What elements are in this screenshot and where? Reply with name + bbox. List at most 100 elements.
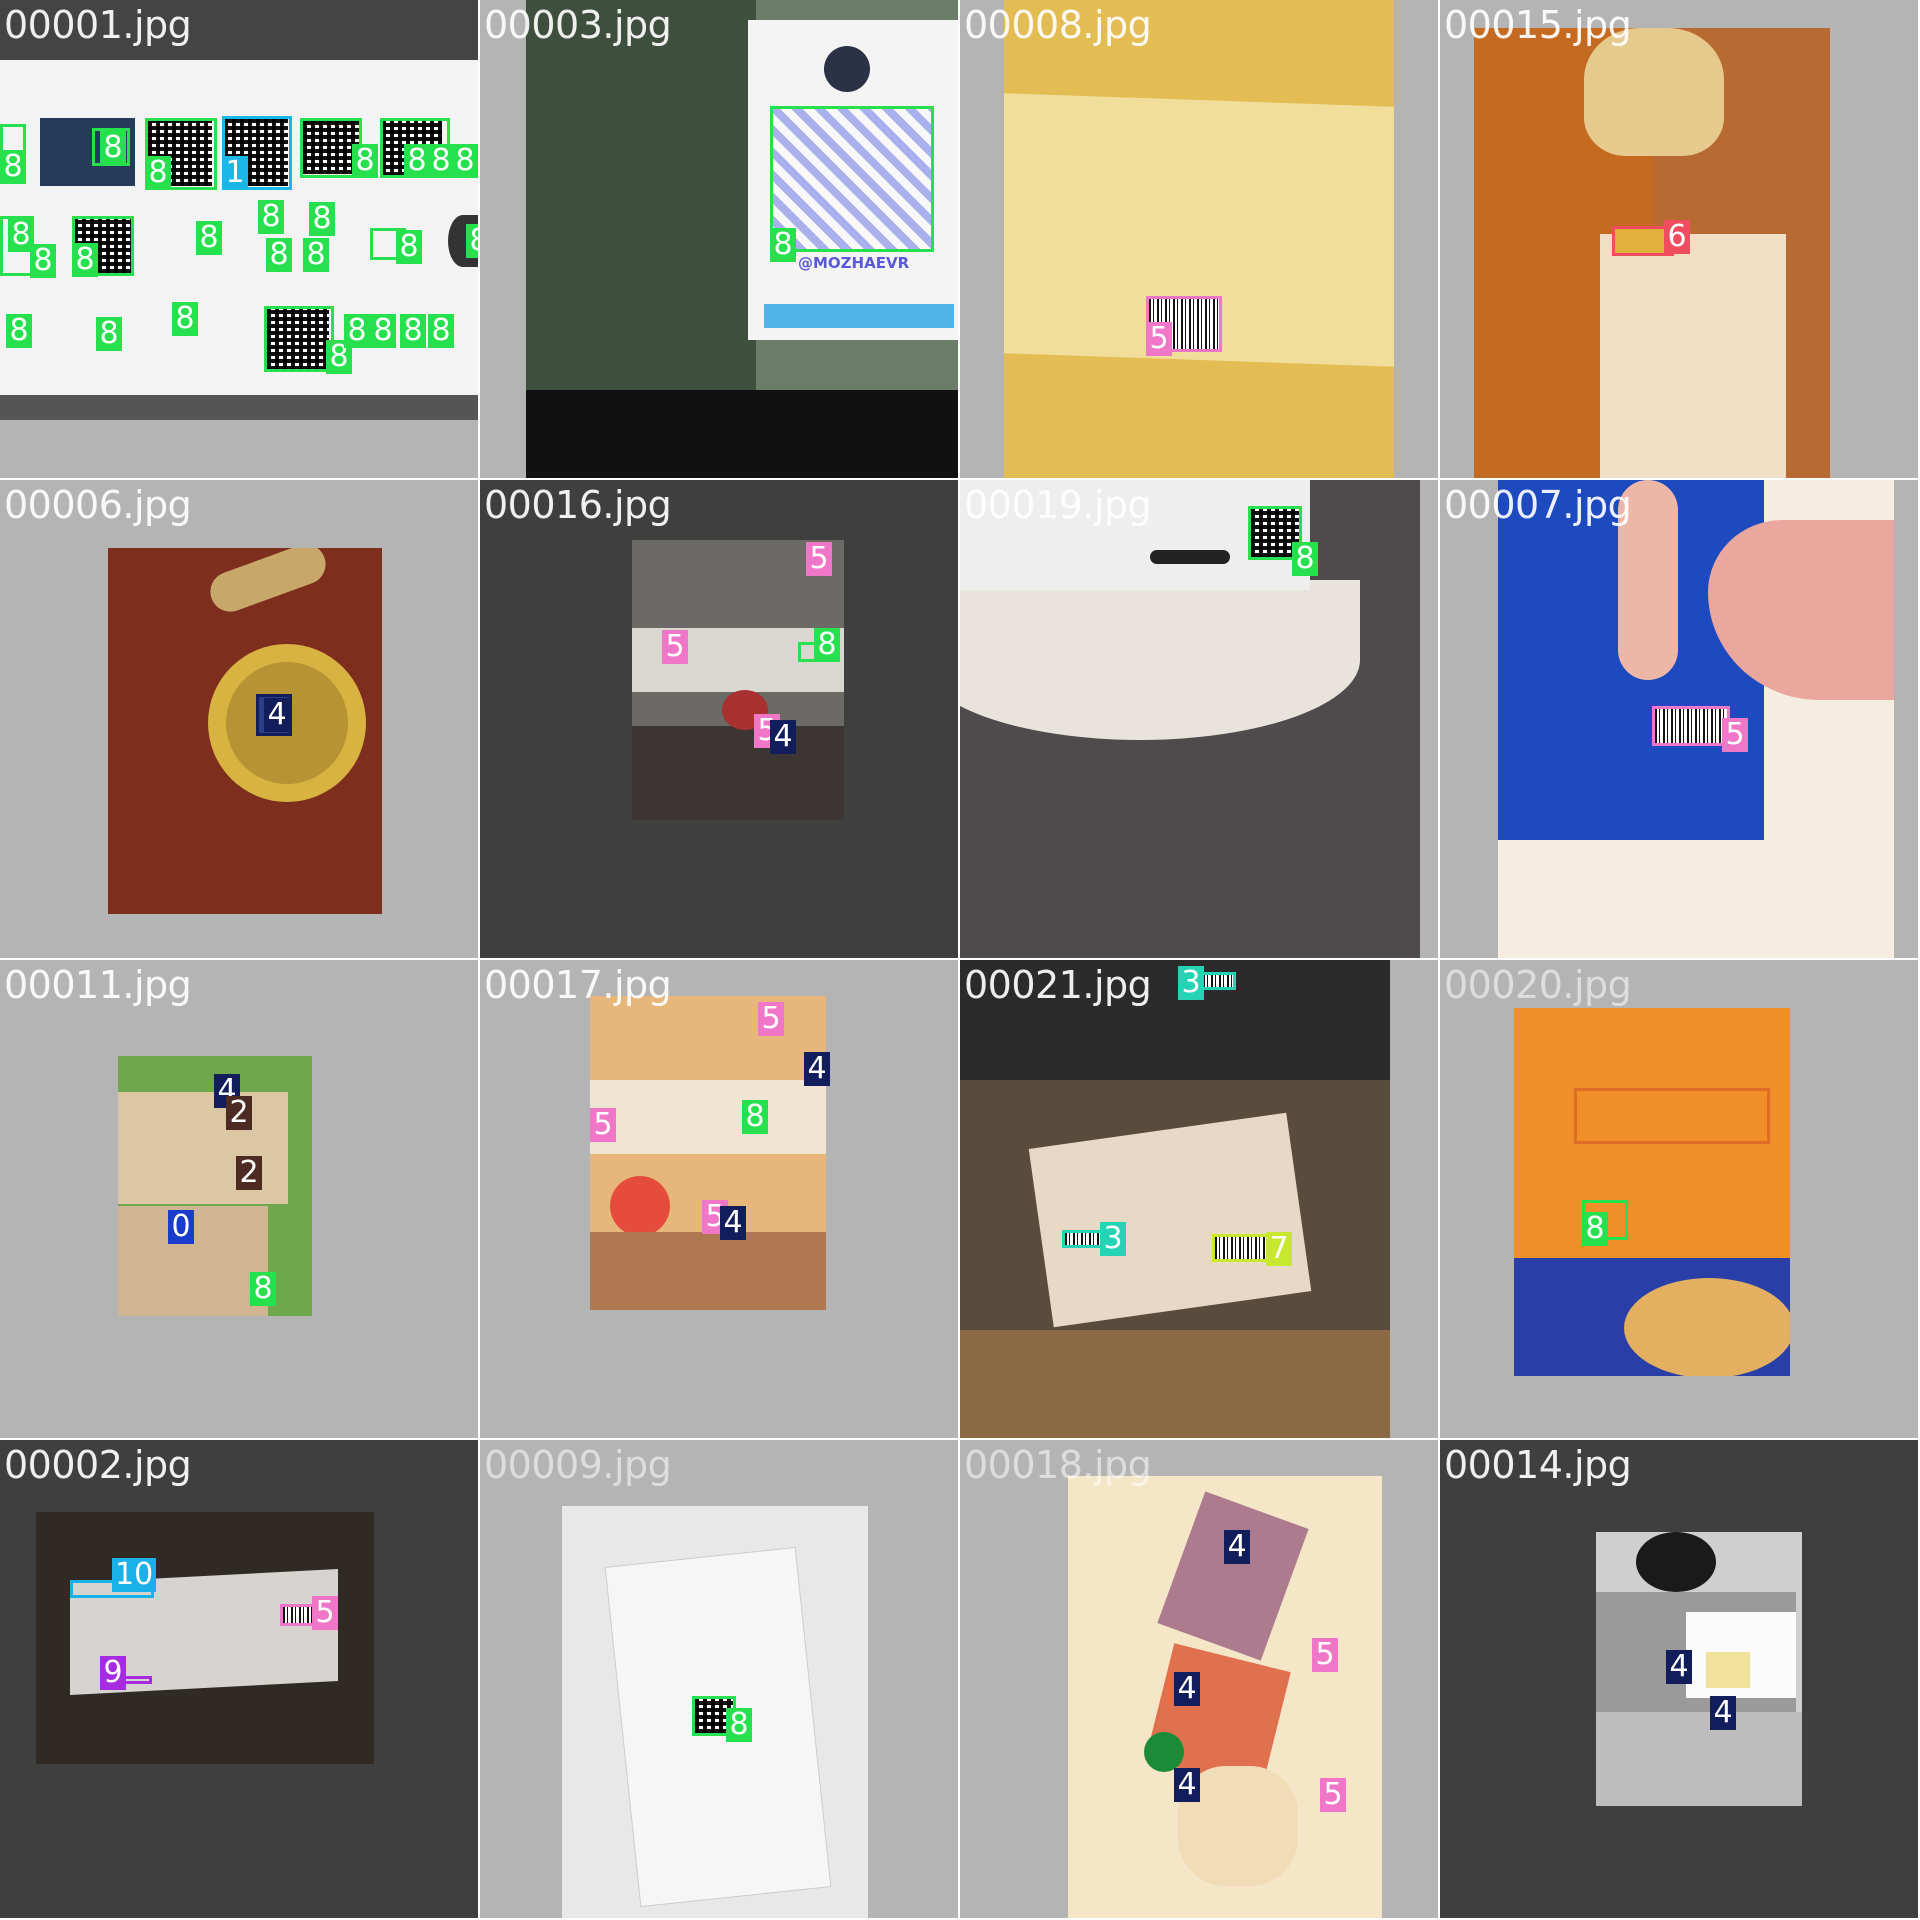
- detection-box: [1200, 972, 1236, 990]
- tile-filename: 00009.jpg: [484, 1443, 672, 1487]
- detection-label: 8: [1582, 1212, 1608, 1246]
- detection-label: 8: [428, 144, 454, 178]
- detection-label: 8: [370, 314, 396, 348]
- detection-label: 8: [404, 144, 430, 178]
- tile-00020: 00020.jpg 8: [1440, 960, 1918, 1438]
- tile-00009: 00009.jpg 8: [480, 1440, 958, 1918]
- detection-label: 8: [344, 314, 370, 348]
- detection-label: 5: [806, 542, 832, 576]
- detection-label: 4: [1710, 1696, 1736, 1730]
- detection-label: 5: [312, 1596, 338, 1630]
- detection-label: 5: [1320, 1778, 1346, 1812]
- tile-filename: 00007.jpg: [1444, 483, 1632, 527]
- tile-00001: 00001.jpg 8 8 8 1 8 8 8 8 8 8 8 8 8 8 8 …: [0, 0, 478, 478]
- tile-00015: 00015.jpg 6: [1440, 0, 1918, 478]
- handle-text: @MOZHAEVR: [798, 254, 910, 272]
- detection-label: 8: [309, 202, 335, 236]
- tile-filename: 00011.jpg: [4, 963, 192, 1007]
- tile-photo: [0, 0, 478, 420]
- detection-label: 4: [804, 1052, 830, 1086]
- tile-filename: 00006.jpg: [4, 483, 192, 527]
- detection-label: 10: [112, 1558, 157, 1592]
- detection-label: 8: [266, 238, 292, 272]
- tile-00018: 00018.jpg 4 5 4 4 5: [960, 1440, 1438, 1918]
- tile-photo: [960, 960, 1390, 1438]
- detection-label: 5: [590, 1108, 616, 1142]
- tile-00003: 00003.jpg 8 @MOZHAEVR: [480, 0, 958, 478]
- detection-label: 8: [6, 314, 32, 348]
- detection-label: 5: [1146, 322, 1172, 356]
- tile-filename: 00001.jpg: [4, 3, 192, 47]
- detection-label: 4: [1666, 1650, 1692, 1684]
- detection-label: 8: [250, 1272, 276, 1306]
- detection-label: 8: [396, 230, 422, 264]
- tile-photo: [632, 540, 844, 820]
- tile-00017: 00017.jpg 5 4 5 8 5 4: [480, 960, 958, 1438]
- detection-label: 4: [1174, 1768, 1200, 1802]
- tile-filename: 00020.jpg: [1444, 963, 1632, 1007]
- tile-00007: 00007.jpg 5: [1440, 480, 1918, 958]
- detection-label: 8: [0, 150, 26, 184]
- detection-box: [264, 306, 334, 372]
- tile-photo: [108, 548, 382, 914]
- detection-label: 8: [428, 314, 454, 348]
- detection-label: 8: [400, 314, 426, 348]
- detection-label: 8: [452, 144, 478, 178]
- detection-label: 8: [303, 238, 329, 272]
- detection-label: 6: [1664, 220, 1690, 254]
- detection-label: 8: [466, 224, 478, 258]
- detection-label: 1: [222, 156, 248, 190]
- detection-label: 3: [1178, 966, 1204, 1000]
- tile-filename: 00021.jpg: [964, 963, 1152, 1007]
- tile-photo: [590, 996, 826, 1310]
- detection-label: 4: [264, 698, 290, 732]
- detection-label: 8: [72, 243, 98, 277]
- detection-label: 8: [1292, 542, 1318, 576]
- tile-photo: [960, 480, 1420, 958]
- detection-label: 8: [30, 244, 56, 278]
- detection-label: 9: [100, 1656, 126, 1690]
- tile-00006: 00006.jpg 4: [0, 480, 478, 958]
- detection-label: 8: [770, 228, 796, 262]
- detection-label: 5: [758, 1002, 784, 1036]
- tile-filename: 00019.jpg: [964, 483, 1152, 527]
- detection-label: 8: [726, 1708, 752, 1742]
- tile-photo: [1596, 1532, 1802, 1806]
- detection-label: 5: [1312, 1638, 1338, 1672]
- detection-label: 2: [226, 1096, 252, 1130]
- tile-photo: [1514, 1008, 1790, 1376]
- tile-filename: 00008.jpg: [964, 3, 1152, 47]
- detection-label: 0: [168, 1210, 194, 1244]
- tile-filename: 00018.jpg: [964, 1443, 1152, 1487]
- tile-00016: 00016.jpg 5 5 8 5 4: [480, 480, 958, 958]
- tile-filename: 00014.jpg: [1444, 1443, 1632, 1487]
- detection-label: 4: [720, 1206, 746, 1240]
- detection-label: 3: [1100, 1222, 1126, 1256]
- detection-label: 8: [196, 221, 222, 255]
- tile-filename: 00017.jpg: [484, 963, 672, 1007]
- detection-label: 8: [145, 156, 171, 190]
- detection-label: 7: [1266, 1232, 1292, 1266]
- tile-00008: 00008.jpg 5: [960, 0, 1438, 478]
- tile-photo: [36, 1512, 374, 1764]
- detection-label: 8: [258, 200, 284, 234]
- tile-photo: [1004, 0, 1394, 478]
- tile-00011: 00011.jpg 4 2 2 0 8: [0, 960, 478, 1438]
- tile-00014: 00014.jpg 4 4: [1440, 1440, 1918, 1918]
- tile-filename: 00016.jpg: [484, 483, 672, 527]
- detection-label: 5: [1722, 718, 1748, 752]
- detection-label: 5: [662, 630, 688, 664]
- detection-label: 8: [352, 144, 378, 178]
- detection-label: 4: [770, 720, 796, 754]
- detection-label: 8: [742, 1100, 768, 1134]
- detection-box: [1652, 706, 1730, 746]
- mosaic-grid: 00001.jpg 8 8 8 1 8 8 8 8 8 8 8 8 8 8 8 …: [0, 0, 1920, 1920]
- tile-00002: 00002.jpg 10 5 9: [0, 1440, 478, 1918]
- detection-label: 8: [172, 302, 198, 336]
- tile-00021: 00021.jpg 3 3 7: [960, 960, 1438, 1438]
- tile-filename: 00015.jpg: [1444, 3, 1632, 47]
- detection-label: 8: [814, 628, 840, 662]
- tile-filename: 00003.jpg: [484, 3, 672, 47]
- tile-00019: 00019.jpg 8: [960, 480, 1438, 958]
- detection-label: 8: [100, 131, 126, 165]
